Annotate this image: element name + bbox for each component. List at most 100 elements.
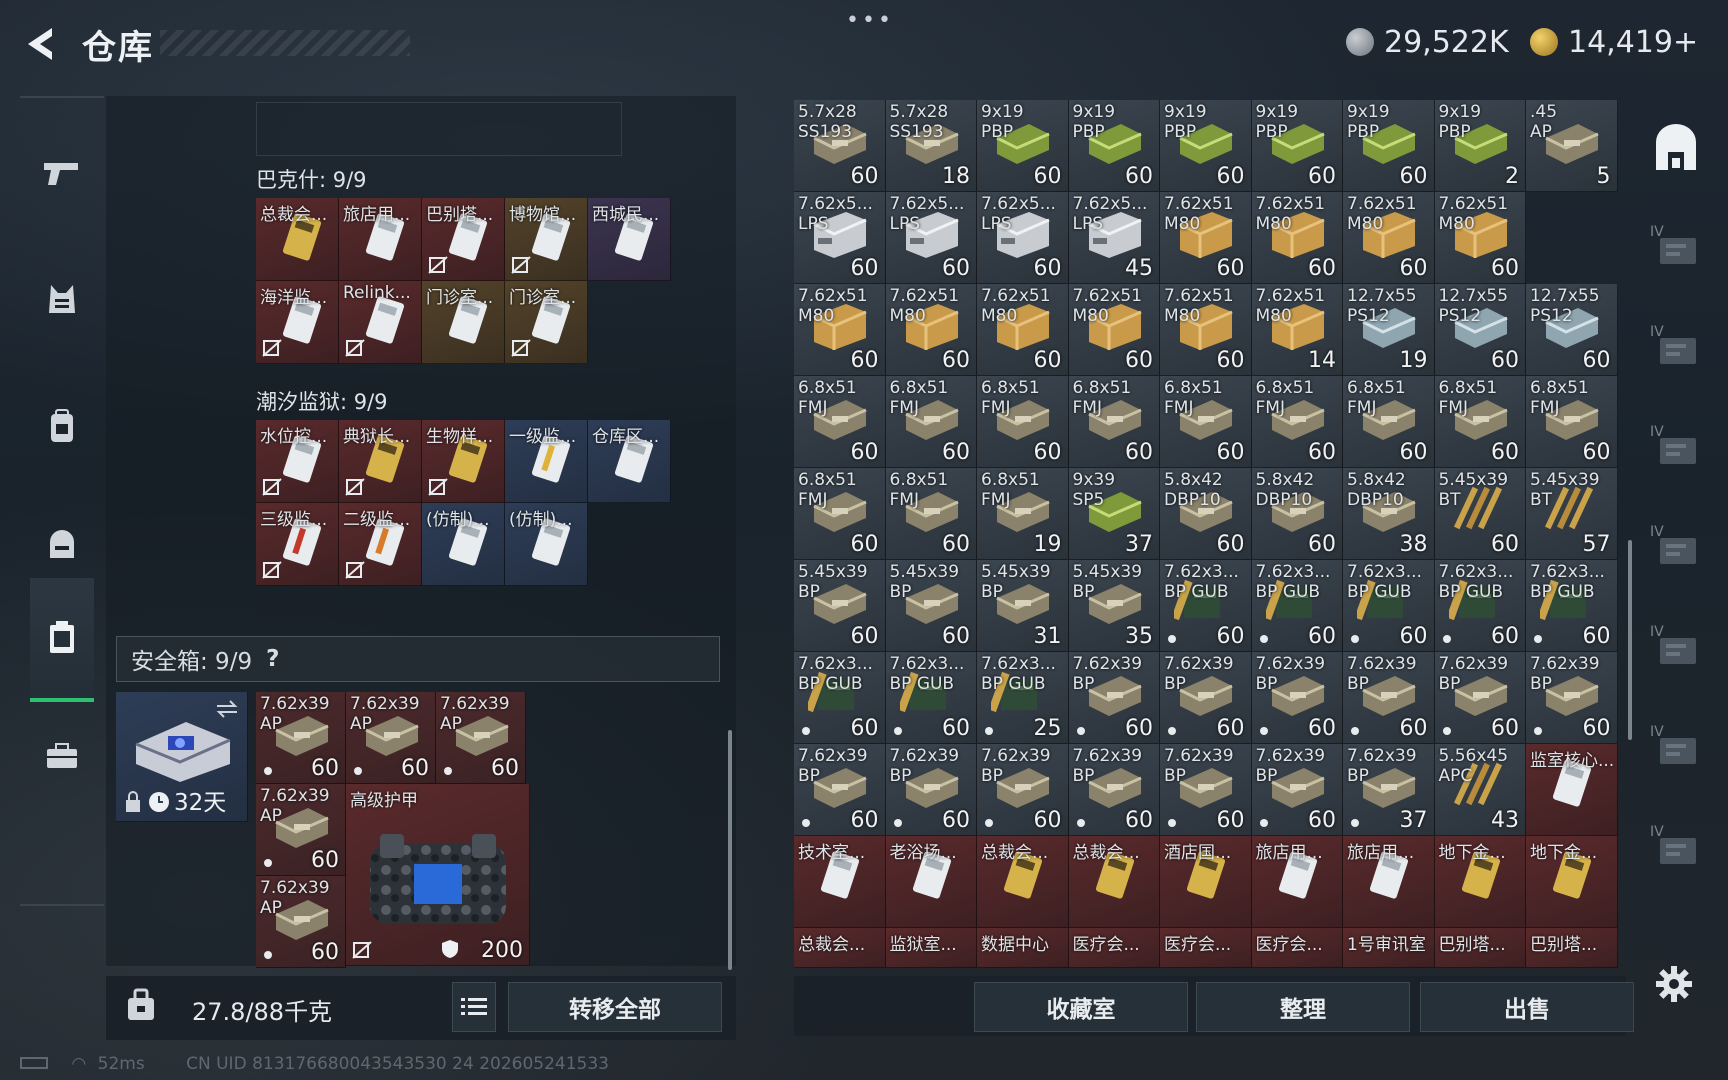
- safe-ammo-slot[interactable]: 7.62x39 AP 60: [256, 784, 346, 876]
- stash-item[interactable]: 7.62x51 M80 14: [1251, 284, 1343, 376]
- stash-item[interactable]: 监室核心...: [1526, 744, 1618, 836]
- keycard-slot[interactable]: 巴别塔...: [422, 198, 505, 281]
- stash-item[interactable]: 6.8x51 FMJ 60: [1526, 376, 1618, 468]
- keycard-slot[interactable]: (仿制)...: [505, 503, 588, 586]
- more-menu-icon[interactable]: •••: [846, 8, 894, 33]
- stash-item[interactable]: 6.8x51 FMJ 60: [885, 376, 977, 468]
- safe-ammo-slot[interactable]: 7.62x39 AP 60: [256, 692, 346, 784]
- sidebar-item-armor[interactable]: [30, 268, 94, 332]
- stash-item[interactable]: 7.62x51 M80 60: [885, 284, 977, 376]
- stash-item[interactable]: 6.8x51 FMJ 60: [794, 376, 886, 468]
- stash-tab[interactable]: IV: [1648, 420, 1704, 476]
- stash-item[interactable]: 7.62x39 BP 60: [1343, 652, 1435, 744]
- sell-button[interactable]: 出售: [1420, 982, 1634, 1032]
- stash-item[interactable]: 7.62x51 M80 60: [1434, 192, 1526, 284]
- stash-item[interactable]: 巴别塔...: [1526, 928, 1618, 968]
- keycard-slot[interactable]: 一级监...: [505, 420, 588, 503]
- stash-item[interactable]: 7.62x39 BP 60: [1251, 652, 1343, 744]
- stash-item[interactable]: 5.45x39 BP 60: [794, 560, 886, 652]
- safe-ammo-slot[interactable]: 7.62x39 AP 60: [436, 692, 526, 784]
- stash-item[interactable]: 6.8x51 FMJ 60: [1251, 376, 1343, 468]
- stash-item[interactable]: 7.62x51 M80 60: [794, 284, 886, 376]
- stash-item[interactable]: 12.7x55 PS12 60: [1526, 284, 1618, 376]
- keycard-slot[interactable]: 仓库区...: [588, 420, 671, 503]
- stash-item[interactable]: 7.62x39 BP 60: [1160, 744, 1252, 836]
- stash-item[interactable]: 7.62x39 BP 60: [1068, 652, 1160, 744]
- back-arrow-icon[interactable]: [18, 22, 62, 66]
- stash-item[interactable]: 监狱室...: [885, 928, 977, 968]
- keycard-slot[interactable]: 总裁会...: [256, 198, 339, 281]
- stash-item[interactable]: 6.8x51 FMJ 60: [1068, 376, 1160, 468]
- stash-item[interactable]: 6.8x51 FMJ 60: [1434, 376, 1526, 468]
- stash-item[interactable]: 6.8x51 FMJ 60: [977, 376, 1069, 468]
- sort-button[interactable]: 整理: [1196, 982, 1410, 1032]
- stash-item[interactable]: 7.62x39 BP 60: [794, 744, 886, 836]
- stash-item[interactable]: 1号审讯室: [1343, 928, 1435, 968]
- stash-item[interactable]: 5.56x45 APC 43: [1434, 744, 1526, 836]
- stash-item[interactable]: 12.7x55 PS12 19: [1343, 284, 1435, 376]
- swap-icon[interactable]: [215, 700, 239, 718]
- list-view-button[interactable]: [452, 982, 496, 1032]
- stash-item[interactable]: 技术室...: [794, 836, 886, 928]
- keycard-slot[interactable]: 水位控...: [256, 420, 339, 503]
- stash-item[interactable]: 6.8x51 FMJ 60: [1160, 376, 1252, 468]
- stash-item[interactable]: 7.62x39 BP 60: [1068, 744, 1160, 836]
- stash-tab[interactable]: IV: [1648, 720, 1704, 776]
- stash-item[interactable]: 5.45x39 BP 31: [977, 560, 1069, 652]
- stash-item[interactable]: 7.62x3... BP GUB 60: [1526, 560, 1618, 652]
- stash-item[interactable]: 7.62x39 BP 60: [977, 744, 1069, 836]
- safe-ammo-slot[interactable]: 7.62x39 AP 60: [256, 876, 346, 968]
- stash-item[interactable]: 总裁会...: [794, 928, 886, 968]
- stash-item[interactable]: 7.62x39 BP 37: [1343, 744, 1435, 836]
- stash-item[interactable]: 9x19 PBP 60: [1160, 100, 1252, 192]
- stash-tab[interactable]: IV: [1648, 520, 1704, 576]
- stash-item[interactable]: 5.45x39 BP 35: [1068, 560, 1160, 652]
- help-icon[interactable]: ?: [266, 646, 279, 672]
- stash-item[interactable]: 7.62x51 M80 60: [1251, 192, 1343, 284]
- stash-scrollbar[interactable]: [1628, 540, 1632, 740]
- stash-item[interactable]: 9x39 SP5 37: [1068, 468, 1160, 560]
- stash-tab[interactable]: [1648, 120, 1704, 176]
- stash-item[interactable]: 7.62x51 M80 60: [977, 284, 1069, 376]
- stash-item[interactable]: 9x19 PBP 60: [977, 100, 1069, 192]
- stash-item[interactable]: 医疗会...: [1251, 928, 1343, 968]
- stash-item[interactable]: 7.62x39 BP 60: [1160, 652, 1252, 744]
- sidebar-item-case[interactable]: [30, 724, 94, 788]
- stash-item[interactable]: 总裁会...: [1068, 836, 1160, 928]
- gold-currency[interactable]: 14,419+: [1530, 24, 1698, 60]
- stash-item[interactable]: 7.62x51 M80 60: [1160, 192, 1252, 284]
- stash-item[interactable]: 5.45x39 BT 57: [1526, 468, 1618, 560]
- stash-item[interactable]: 7.62x3... BP GUB 60: [885, 652, 977, 744]
- stash-item[interactable]: 5.45x39 BT 60: [1434, 468, 1526, 560]
- stash-item[interactable]: 7.62x39 BP 60: [1434, 652, 1526, 744]
- sidebar-item-safe-box[interactable]: [30, 578, 94, 702]
- collection-button[interactable]: 收藏室: [974, 982, 1188, 1032]
- stash-item[interactable]: 酒店国...: [1160, 836, 1252, 928]
- keycard-slot[interactable]: 二级监...: [339, 503, 422, 586]
- settings-gear-icon[interactable]: [1654, 964, 1694, 1004]
- stash-item[interactable]: 地下金...: [1526, 836, 1618, 928]
- keycard-slot[interactable]: 门诊室...: [505, 281, 588, 364]
- stash-item[interactable]: 6.8x51 FMJ 19: [977, 468, 1069, 560]
- stash-item[interactable]: 5.45x39 BP 60: [885, 560, 977, 652]
- stash-item[interactable]: 巴别塔...: [1434, 928, 1526, 968]
- stash-item[interactable]: 7.62x3... BP GUB 60: [1434, 560, 1526, 652]
- stash-item[interactable]: 7.62x5... LPS 60: [885, 192, 977, 284]
- stash-item[interactable]: 7.62x3... BP GUB 60: [794, 652, 886, 744]
- sidebar-item-backpack[interactable]: [30, 512, 94, 576]
- stash-item[interactable]: .45 AP 5: [1526, 100, 1618, 192]
- sidebar-item-chest-rig[interactable]: [30, 394, 94, 458]
- stash-item[interactable]: 5.8x42 DBP10 38: [1343, 468, 1435, 560]
- stash-item[interactable]: 旅店用...: [1343, 836, 1435, 928]
- stash-item[interactable]: 7.62x39 BP 60: [1526, 652, 1618, 744]
- keycard-slot[interactable]: 海洋监...: [256, 281, 339, 364]
- safe-box-item[interactable]: 32天: [116, 692, 248, 822]
- keycard-slot[interactable]: 旅店用...: [339, 198, 422, 281]
- stash-item[interactable]: 9x19 PBP 60: [1251, 100, 1343, 192]
- sidebar-item-weapon[interactable]: [30, 140, 94, 204]
- left-scrollbar[interactable]: [728, 730, 732, 970]
- stash-item[interactable]: 5.8x42 DBP10 60: [1160, 468, 1252, 560]
- transfer-all-button[interactable]: 转移全部: [508, 982, 722, 1032]
- stash-item[interactable]: 7.62x51 M80 60: [1160, 284, 1252, 376]
- stash-tab[interactable]: IV: [1648, 320, 1704, 376]
